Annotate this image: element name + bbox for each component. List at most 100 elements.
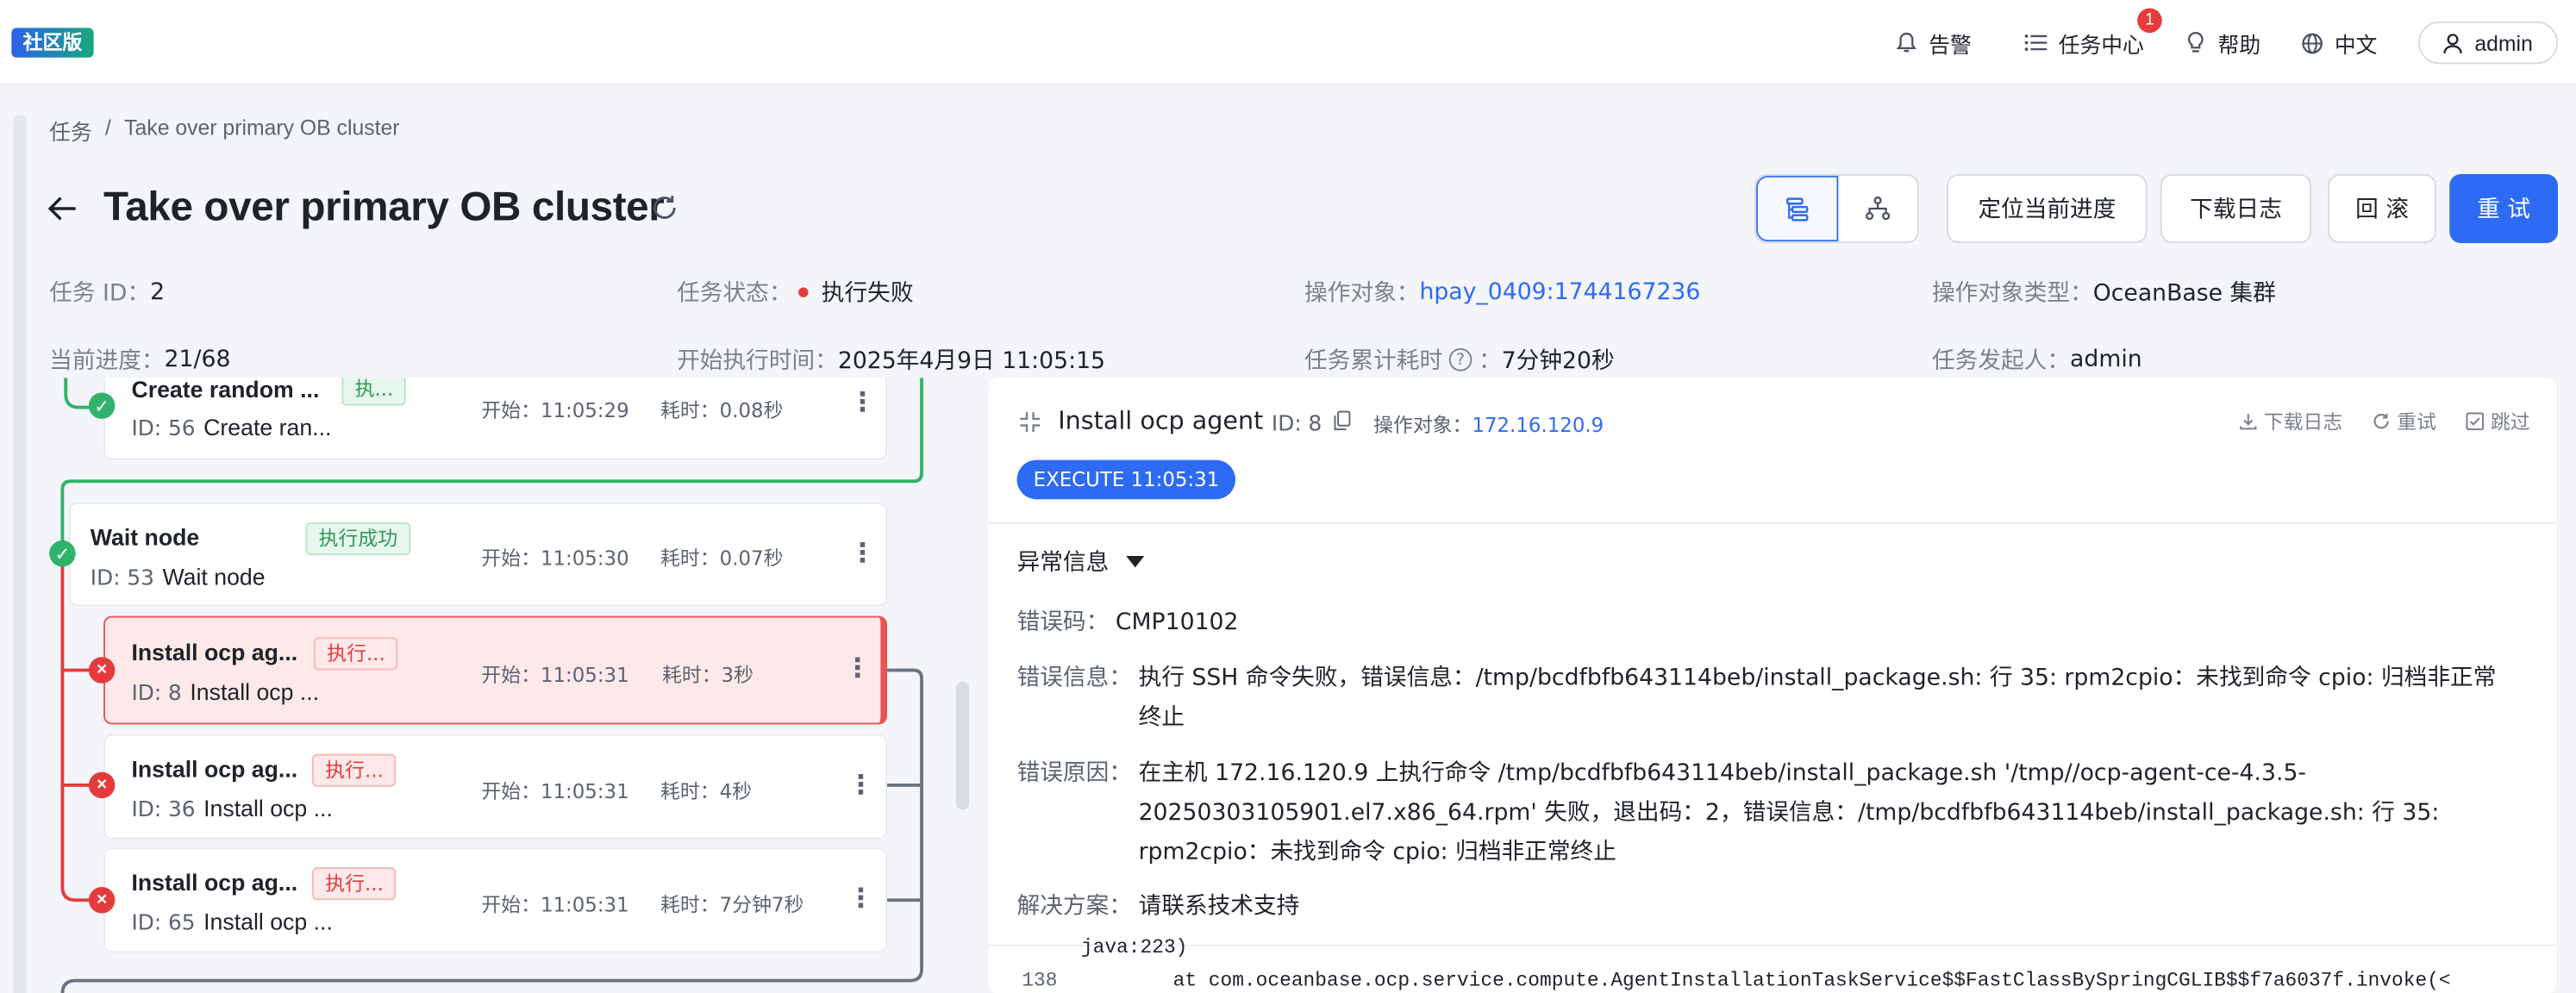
retry-button[interactable]: 重 试 (2449, 173, 2559, 244)
bell-icon (1894, 31, 1917, 54)
detail-actions: 下载日志 重试 跳过 (2239, 408, 2530, 435)
collapse-icon[interactable] (1018, 410, 1041, 441)
node-cost: 耗时：0.07秒 (660, 546, 784, 571)
task-node-install-ocp-agent-65[interactable]: Install ocp ag... 执行... ID: 65 Install oc… (103, 847, 888, 953)
error-cause-key: 错误原因： (1016, 760, 1132, 787)
error-message-value: 执行 SSH 命令失败，错误信息：/tmp/bcdfbfb643114beb/i… (1138, 665, 2497, 731)
initiator-value: admin (2070, 347, 2142, 373)
node-id: ID: 65 Install ocp ... (131, 908, 333, 937)
target-key: 操作对象： (1304, 280, 1420, 308)
list-view-button[interactable] (1756, 175, 1839, 242)
alerts-label: 告警 (1929, 32, 1972, 57)
node-start-time: 开始：11:05:31 (481, 663, 629, 687)
error-code-row: 错误码： CMP10102 (1017, 603, 2496, 642)
start-time-value: 2025年4月9日 11:05:15 (837, 347, 1106, 375)
progress-value: 21/68 (164, 347, 231, 373)
node-cost: 耗时：4秒 (660, 780, 753, 803)
task-node-install-ocp-agent-36[interactable]: Install ocp ag... 执行... ID: 36 Install oc… (103, 734, 888, 840)
graph-view-button[interactable] (1838, 176, 1916, 241)
user-menu[interactable]: admin (2418, 21, 2559, 65)
lightbulb-icon (2184, 31, 2207, 54)
execute-time-pill: EXECUTE 11:05:31 (1016, 459, 1236, 500)
edition-badge: 社区版 (11, 28, 94, 58)
breadcrumb-separator: / (104, 115, 111, 140)
exception-section-title: 异常信息 (1016, 550, 1110, 577)
node-status-tag: 执行... (312, 753, 397, 787)
detail-target: 操作对象：172.16.120.9 (1373, 414, 1604, 437)
task-node-wait[interactable]: Wait node 执行成功 ID: 53 Wait node 开始：11:05:… (69, 503, 888, 607)
detail-divider (989, 521, 2557, 524)
copy-icon[interactable] (1334, 410, 1350, 431)
solution-key: 解决方案： (1016, 893, 1132, 921)
more-icon[interactable]: ⋮ (849, 537, 875, 570)
error-code-value: CMP10102 (1115, 609, 1239, 636)
initiator-key: 任务发起人： (1931, 347, 2071, 375)
left-scroll-rail (13, 115, 27, 993)
refresh-icon[interactable] (651, 194, 680, 223)
view-mode-toggle (1754, 173, 1919, 244)
node-status-tag: 执行... (312, 867, 397, 901)
error-cause-row: 错误原因： 在主机 172.16.120.9 上执行命令 /tmp/bcdfbf… (1017, 754, 2529, 872)
detail-download-log-action[interactable]: 下载日志 (2239, 408, 2342, 435)
task-node-install-ocp-agent-8[interactable]: Install ocp ag... 执行... ID: 8 Install ocp… (103, 615, 888, 725)
target-link[interactable]: hpay_0409:1744167236 (1419, 279, 1700, 305)
elapsed-value: 7分钟20秒 (1501, 347, 1615, 375)
task-id-value: 2 (150, 278, 166, 306)
task-center-label: 任务中心 (2058, 32, 2144, 57)
task-center-nav[interactable]: 任务中心 (2024, 23, 2144, 63)
task-id-field: 任务 ID： 2 (49, 276, 165, 309)
user-name: admin (2474, 30, 2533, 55)
detail-skip-action[interactable]: 跳过 (2466, 408, 2530, 435)
detail-id: ID: 8 (1272, 410, 1350, 437)
node-title: Install ocp ag... (131, 755, 298, 783)
more-icon[interactable]: ⋮ (849, 386, 875, 419)
task-node-create-random[interactable]: Create random ... 执... ID: 56 Create ran.… (103, 378, 888, 460)
more-icon[interactable]: ⋮ (844, 653, 870, 685)
retry-icon (2373, 413, 2389, 429)
locate-progress-button[interactable]: 定位当前进度 (1947, 173, 2148, 244)
log-line-text: at com.oceanbase.ocp.service.compute.Age… (1172, 969, 2451, 992)
language-label: 中文 (2334, 32, 2378, 57)
task-id-key: 任务 ID： (49, 280, 151, 308)
skip-checkbox-icon (2466, 412, 2485, 431)
user-icon (2443, 32, 2463, 53)
elapsed-key: 任务累计耗时 (1304, 347, 1443, 375)
start-time-field: 开始执行时间： 2025年4月9日 11:05:15 (677, 343, 1105, 376)
more-icon[interactable]: ⋮ (847, 769, 873, 802)
task-notification-badge: 1 (2137, 8, 2162, 34)
alerts-nav[interactable]: 告警 (1894, 23, 1972, 63)
node-id: ID: 36 Install ocp ... (131, 795, 333, 823)
more-icon[interactable]: ⋮ (847, 882, 873, 915)
node-id: ID: 8 Install ocp ... (131, 678, 320, 707)
task-status-value: 执行失败 (821, 280, 914, 308)
download-log-button[interactable]: 下载日志 (2160, 173, 2312, 244)
node-status-tag: 执... (341, 378, 407, 406)
back-arrow-icon[interactable] (47, 190, 80, 227)
help-nav[interactable]: 帮助 (2184, 23, 2261, 63)
target-type-value: OceanBase 集群 (2092, 280, 2276, 308)
error-message-row: 错误信息： 执行 SSH 命令失败，错误信息：/tmp/bcdfbfb64311… (1017, 659, 2529, 737)
breadcrumb-tasks-link[interactable]: 任务 (49, 115, 92, 146)
log-line-number: 138 (1022, 969, 1058, 992)
node-title: Create random ... (131, 378, 320, 403)
node-cost: 耗时：3秒 (661, 663, 753, 687)
detail-title: Install ocp agent (1058, 405, 1264, 435)
progress-field: 当前进度： 21/68 (49, 343, 230, 376)
node-cost: 耗时：0.08秒 (660, 399, 784, 422)
failed-status-dot (798, 287, 809, 297)
help-label: 帮助 (2217, 32, 2261, 57)
top-bar: 社区版 告警 任务中心 1 帮助 中文 admin (0, 0, 2576, 86)
question-icon[interactable]: ? (1448, 347, 1472, 372)
rollback-button[interactable]: 回 滚 (2328, 173, 2437, 244)
node-title: Install ocp ag... (131, 869, 298, 896)
detail-retry-action[interactable]: 重试 (2373, 408, 2436, 435)
task-status-key: 任务状态： (677, 280, 792, 308)
error-code-key: 错误码： (1016, 609, 1110, 636)
failed-x-icon: × (88, 657, 116, 684)
start-time-key: 开始执行时间： (677, 347, 838, 375)
language-nav[interactable]: 中文 (2300, 23, 2378, 63)
exception-section-toggle[interactable]: 异常信息 (1017, 546, 1146, 578)
detail-target-link[interactable]: 172.16.120.9 (1472, 414, 1604, 437)
log-viewer[interactable]: java:223) 138 at com.oceanbase.ocp.servi… (989, 936, 2557, 993)
solution-value: 请联系技术支持 (1138, 893, 1300, 921)
